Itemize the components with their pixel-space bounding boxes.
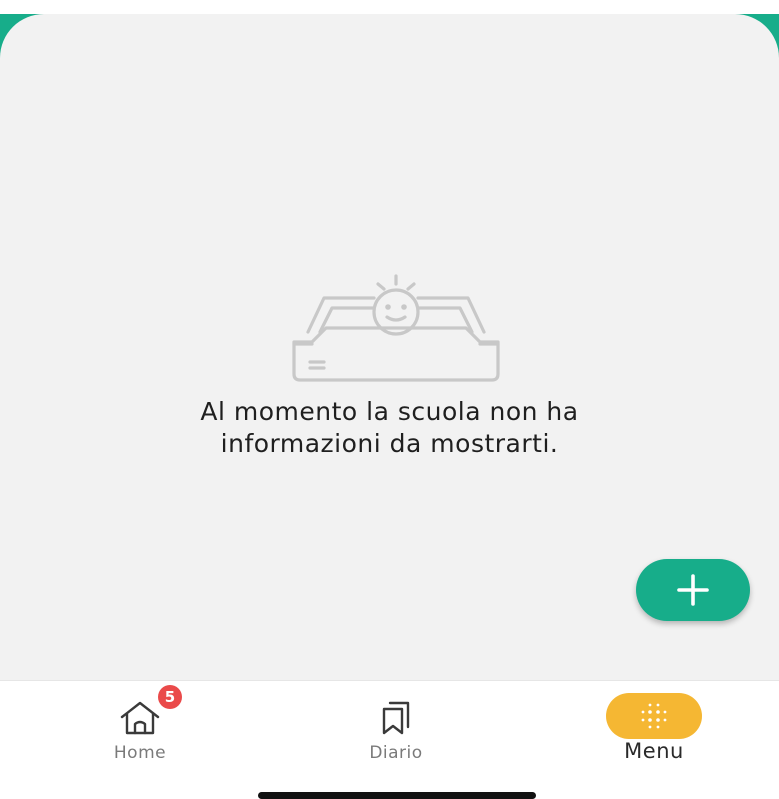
menu-active-indicator (606, 693, 702, 739)
bottom-navigation: 5 Home Diario Menu (0, 680, 779, 799)
nav-label-home: Home (113, 743, 167, 763)
plus-icon (677, 574, 709, 606)
app-screen: Al momento la scuola non ha informazioni… (0, 0, 779, 799)
add-button[interactable] (636, 559, 750, 621)
empty-state-line-1: Al momento la scuola non ha (200, 397, 579, 426)
empty-state-message: Al momento la scuola non ha informazioni… (0, 396, 779, 460)
notification-badge: 5 (158, 685, 182, 709)
dots-grid-icon (641, 703, 667, 729)
empty-inbox-illustration (292, 274, 500, 382)
bookmarks-icon (382, 701, 410, 735)
empty-state-line-2: informazioni da mostrarti. (220, 429, 559, 458)
nav-item-diario[interactable]: Diario (296, 681, 496, 776)
nav-item-home[interactable]: 5 Home (40, 681, 240, 776)
home-indicator[interactable] (258, 792, 536, 799)
nav-label-menu: Menu (624, 739, 684, 763)
nav-label-diario: Diario (369, 743, 423, 763)
nav-item-menu[interactable]: Menu (554, 681, 754, 776)
status-bar-area (0, 0, 779, 14)
home-icon (120, 701, 160, 735)
